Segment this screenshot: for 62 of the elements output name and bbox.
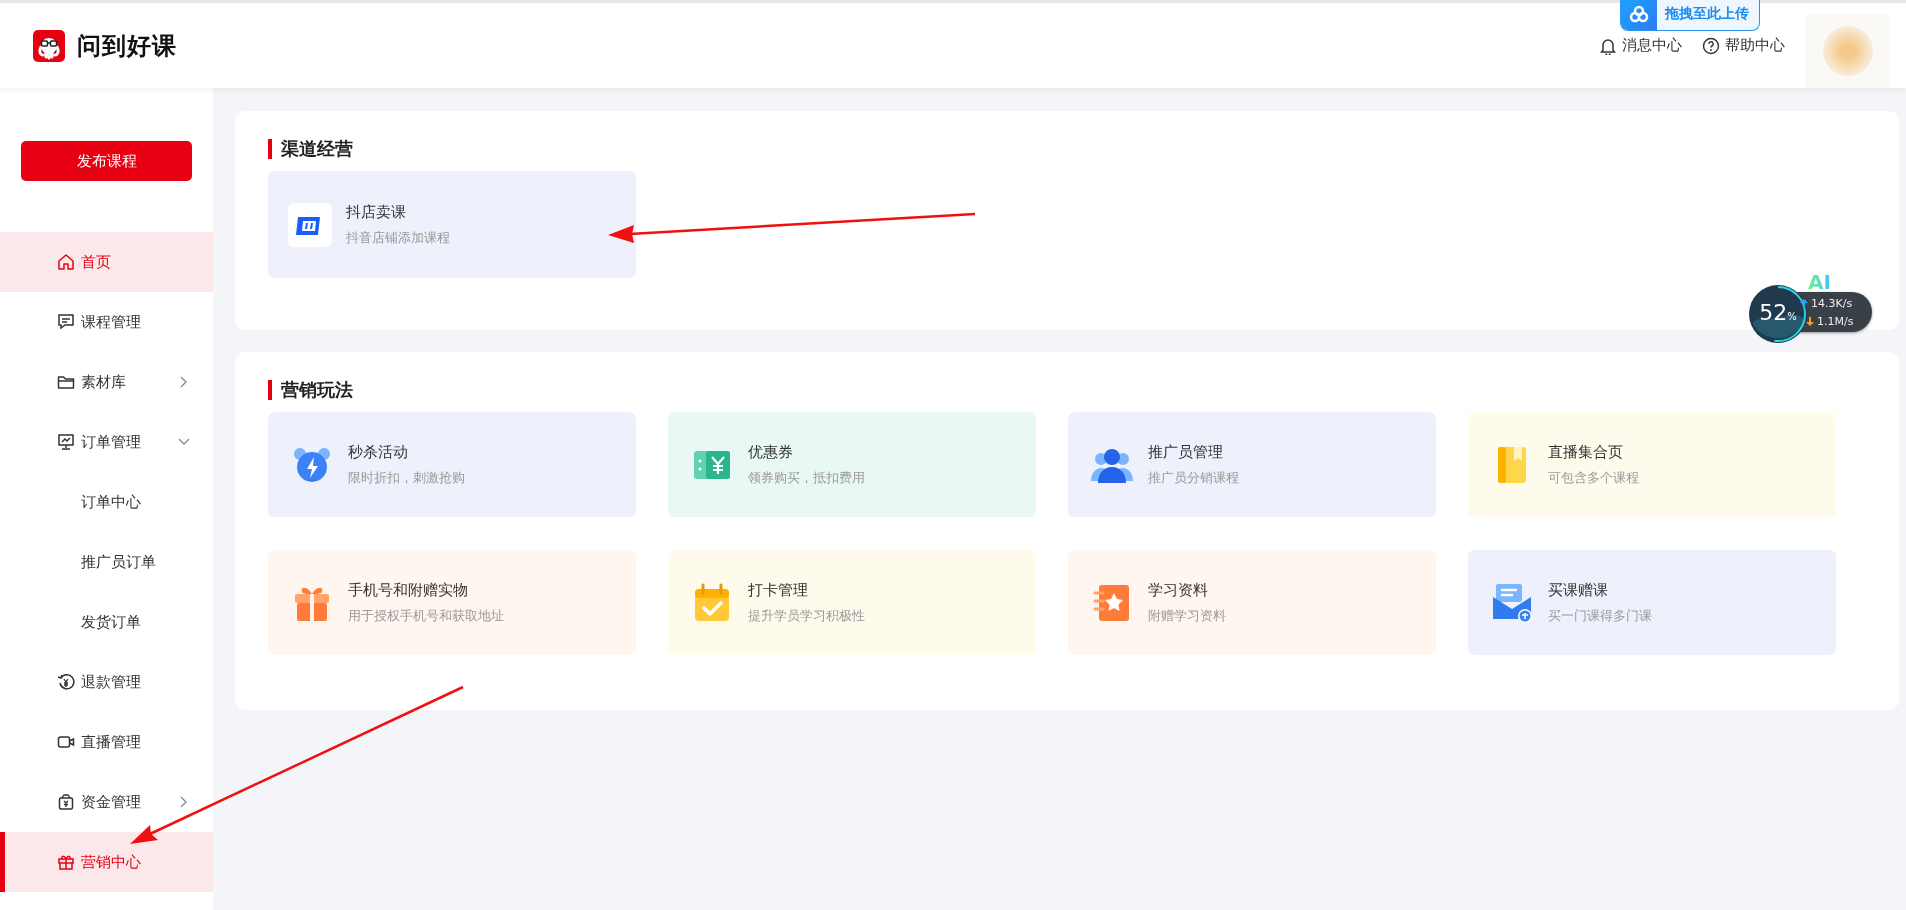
sidebar-item[interactable]: 营销中心 xyxy=(0,832,213,892)
tile-description: 提升学员学习积极性 xyxy=(748,606,865,625)
section-title: 营销玩法 xyxy=(281,378,353,402)
sidebar-item[interactable]: 素材库 xyxy=(0,352,213,412)
feature-tile[interactable]: 学习资料 附赠学习资料 xyxy=(1068,550,1436,655)
tile-description: 抖音店铺添加课程 xyxy=(346,228,450,247)
tile-title: 秒杀活动 xyxy=(348,442,409,462)
tile-title: 手机号和附赠实物 xyxy=(348,580,469,600)
sidebar-item[interactable]: 订单管理 xyxy=(0,412,213,472)
feature-tile[interactable]: 抖店卖课 抖音店铺添加课程 xyxy=(268,171,636,278)
publish-course-button[interactable]: 发布课程 xyxy=(21,141,192,181)
tile-title: 学习资料 xyxy=(1148,580,1209,600)
header-link[interactable]: 消息中心 xyxy=(1599,36,1682,55)
monitor-icon xyxy=(57,433,75,451)
feature-tile[interactable]: 秒杀活动 限时折扣，刺激抢购 xyxy=(268,412,636,517)
feature-tile[interactable]: 推广员管理 推广员分销课程 xyxy=(1068,412,1436,517)
sidebar-subitem[interactable]: 订单中心 xyxy=(0,472,213,532)
sidebar-item[interactable]: 首页 xyxy=(0,232,213,292)
header-link[interactable]: 帮助中心 xyxy=(1702,36,1785,55)
tile-title: 推广员管理 xyxy=(1148,442,1224,462)
tile-title: 抖店卖课 xyxy=(346,202,407,222)
usage-percent: 52% xyxy=(1758,300,1798,325)
feature-tile[interactable]: 优惠券 领券购买，抵扣费用 xyxy=(668,412,1036,517)
cloud-icon xyxy=(1628,4,1650,23)
shop-logo-icon xyxy=(288,202,332,247)
logo-icon xyxy=(33,29,65,62)
tile-description: 推广员分销课程 xyxy=(1148,468,1239,487)
feature-tile[interactable]: 手机号和附赠实物 用于授权手机号和获取地址 xyxy=(268,550,636,655)
sidebar-subitem[interactable]: 发货订单 xyxy=(0,592,213,652)
tile-title: 直播集合页 xyxy=(1548,442,1624,462)
feature-tile[interactable]: 打卡管理 提升学员学习积极性 xyxy=(668,550,1036,655)
sidebar-subitem[interactable]: 推广员订单 xyxy=(0,532,213,592)
home-icon xyxy=(57,253,75,271)
tile-description: 用于授权手机号和获取地址 xyxy=(348,606,504,625)
down-arrow-icon xyxy=(1806,317,1814,326)
sidebar-item[interactable]: 退款管理 xyxy=(0,652,213,712)
refund-icon xyxy=(57,673,75,691)
tile-description: 可包含多个课程 xyxy=(1548,468,1639,487)
sidebar-item[interactable]: 直播管理 xyxy=(0,712,213,772)
sidebar-item[interactable]: 资金管理 xyxy=(0,772,213,832)
tile-title: 打卡管理 xyxy=(748,580,809,600)
up-arrow-icon xyxy=(1800,299,1808,308)
money-bag-icon xyxy=(57,793,75,811)
download-speed: 1.1M/s xyxy=(1817,315,1854,328)
feature-tile[interactable]: 直播集合页 可包含多个课程 xyxy=(1468,412,1836,517)
upload-speed: 14.3K/s xyxy=(1811,297,1853,310)
tile-description: 限时折扣，刺激抢购 xyxy=(348,468,465,487)
gift-icon xyxy=(57,853,75,871)
bell-icon xyxy=(1599,36,1617,55)
section-title: 渠道经营 xyxy=(281,137,353,161)
help-icon xyxy=(1702,36,1720,55)
logo-text: 问到好课 xyxy=(77,30,177,62)
avatar-photo-placeholder[interactable] xyxy=(1805,14,1890,88)
tile-description: 领券购买，抵扣费用 xyxy=(748,468,865,487)
message-board-icon xyxy=(57,313,75,331)
tile-title: 买课赠课 xyxy=(1548,580,1609,600)
video-camera-icon xyxy=(57,733,75,751)
cpu-gauge xyxy=(1748,284,1808,344)
tile-description: 附赠学习资料 xyxy=(1148,606,1226,625)
tile-title: 优惠券 xyxy=(748,442,794,462)
sidebar-item[interactable]: 课程管理 xyxy=(0,292,213,352)
folder-icon xyxy=(57,373,75,391)
